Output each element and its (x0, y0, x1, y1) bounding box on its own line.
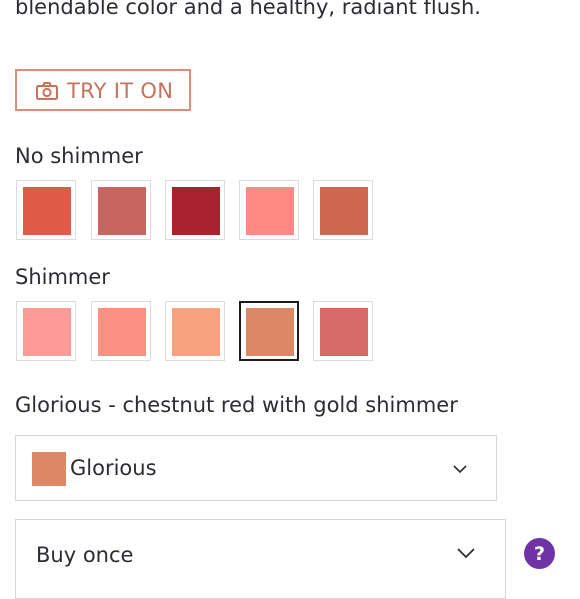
swatch-color (320, 308, 368, 356)
chevron-down-icon (457, 548, 475, 559)
swatch-no-shimmer-1[interactable] (16, 180, 76, 240)
no-shimmer-label: No shimmer (15, 144, 143, 168)
swatch-shimmer-2[interactable] (91, 301, 151, 361)
product-description: blendable color and a healthy, radiant f… (15, 0, 481, 19)
swatch-color (246, 187, 294, 235)
purchase-option-dropdown[interactable]: Buy once (15, 519, 506, 599)
purchase-option-value: Buy once (36, 543, 134, 567)
selected-shade-heading: Glorious - chestnut red with gold shimme… (15, 393, 458, 417)
shimmer-label: Shimmer (15, 265, 110, 289)
shade-dropdown[interactable]: Glorious (15, 435, 497, 501)
swatch-color (98, 187, 146, 235)
swatch-color (23, 187, 71, 235)
swatch-color (246, 308, 294, 356)
swatch-color (320, 187, 368, 235)
swatch-color (98, 308, 146, 356)
swatch-shimmer-5[interactable] (313, 301, 373, 361)
swatch-shimmer-3[interactable] (165, 301, 225, 361)
selected-shade-chip (32, 452, 66, 486)
swatch-color (23, 308, 71, 356)
swatch-color (172, 308, 220, 356)
chevron-down-icon (453, 465, 467, 474)
help-button[interactable]: ? (524, 538, 555, 569)
try-it-on-button[interactable]: TRY IT ON (15, 69, 191, 111)
shade-dropdown-value: Glorious (70, 456, 157, 480)
try-it-on-label: TRY IT ON (67, 79, 174, 103)
swatch-shimmer-1[interactable] (16, 301, 76, 361)
camera-icon (36, 82, 58, 100)
swatch-no-shimmer-3[interactable] (165, 180, 225, 240)
swatch-shimmer-glorious[interactable] (239, 301, 299, 361)
swatch-no-shimmer-2[interactable] (91, 180, 151, 240)
swatch-no-shimmer-5[interactable] (313, 180, 373, 240)
swatch-color (172, 187, 220, 235)
swatch-no-shimmer-4[interactable] (239, 180, 299, 240)
